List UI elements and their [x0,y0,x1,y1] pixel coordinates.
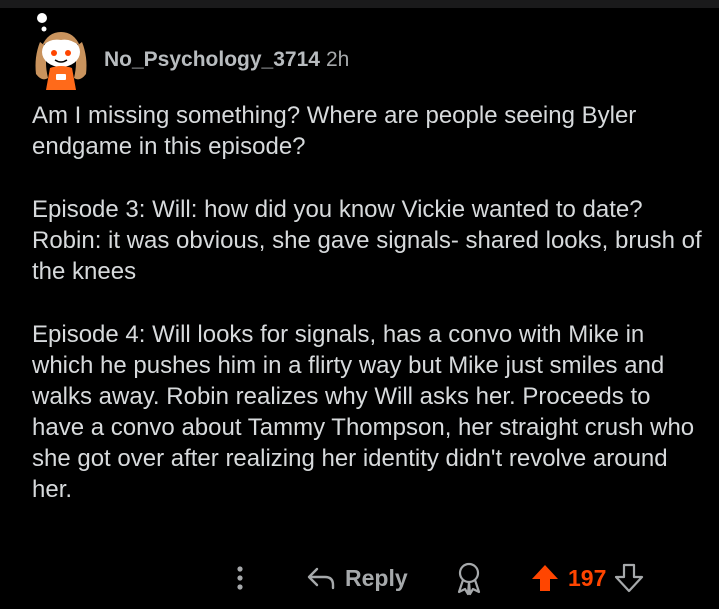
comment: No_Psychology_3714 2h Am I missing somet… [0,8,719,609]
reply-arrow-icon [307,567,335,590]
comment-age: 2h [325,48,350,71]
award-button[interactable] [452,560,486,596]
author-name[interactable]: No_Psychology_3714 [104,48,320,72]
award-icon [457,562,481,596]
comment-paragraph: Am I missing something? Where are people… [32,102,637,160]
snoo-avatar-icon [35,13,87,90]
reply-label: Reply [345,564,408,591]
upvote-button[interactable] [530,562,560,594]
comment-actions: Reply 197 [0,556,719,600]
downvote-button[interactable] [614,562,644,594]
comment-body: Am I missing something? Where are people… [32,100,702,537]
reply-button[interactable]: Reply [305,560,408,596]
comment-paragraph: Episode 3: Will: how did you know Vickie… [32,196,702,285]
more-options-button[interactable] [228,562,252,594]
comment-paragraph: Episode 4: Will looks for signals, has a… [32,321,695,503]
more-vertical-icon [237,566,243,590]
avatar[interactable] [30,12,92,92]
upvote-arrow-icon [532,565,558,591]
top-divider [0,0,719,8]
vote-controls: 197 [530,560,644,596]
vote-score: 197 [568,564,607,591]
downvote-arrow-icon [615,563,644,593]
comment-header [30,12,92,92]
comment-meta: No_Psychology_3714 2h [104,48,349,72]
